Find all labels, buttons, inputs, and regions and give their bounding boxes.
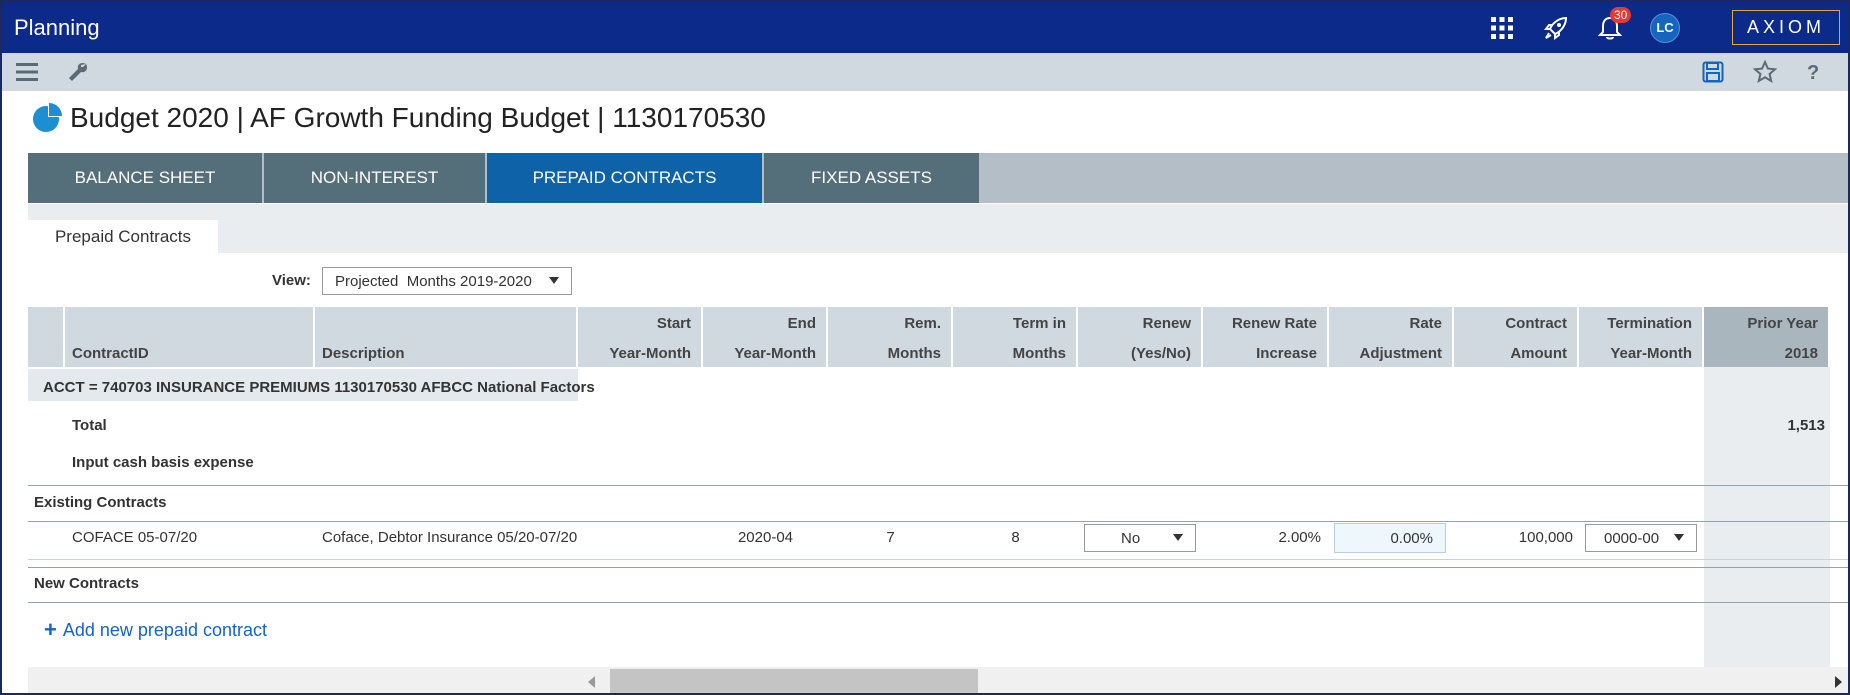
rocket-icon[interactable] bbox=[1542, 14, 1570, 42]
header-renew[interactable]: Renew (Yes/No) bbox=[1078, 307, 1203, 367]
header-row-selector bbox=[28, 307, 65, 367]
chevron-down-icon bbox=[1674, 534, 1684, 541]
row-description: Coface, Debtor Insurance 05/20-07/20 bbox=[322, 529, 578, 546]
scroll-left-icon[interactable] bbox=[588, 676, 595, 688]
row-contract-amount: 100,000 bbox=[1518, 529, 1573, 546]
page-header: Budget 2020 | AF Growth Funding Budget |… bbox=[32, 102, 766, 134]
header-description[interactable]: Description bbox=[315, 307, 578, 367]
bell-icon[interactable]: 30 bbox=[1596, 6, 1632, 42]
termination-select[interactable]: 0000-00 bbox=[1585, 524, 1697, 552]
acct-label: ACCT = 740703 INSURANCE PREMIUMS 1130170… bbox=[43, 379, 595, 396]
header-termination[interactable]: Termination Year-Month bbox=[1579, 307, 1704, 367]
tab-fixed-assets[interactable]: FIXED ASSETS bbox=[764, 153, 979, 203]
row-end-year-month: 2020-04 bbox=[737, 529, 794, 546]
tab-bar: BALANCE SHEET NON-INTEREST PREPAID CONTR… bbox=[28, 153, 1848, 203]
add-link-label: Add new prepaid contract bbox=[62, 619, 267, 640]
row-renew-rate: 2.00% bbox=[1278, 529, 1321, 546]
view-select-value: Projected Months 2019-2020 bbox=[335, 272, 532, 290]
divider bbox=[28, 485, 1848, 486]
tab-balance-sheet[interactable]: BALANCE SHEET bbox=[28, 153, 262, 203]
divider bbox=[28, 521, 1848, 522]
top-bar: Planning 30 LC AXIOM bbox=[2, 2, 1848, 53]
existing-contracts-label: Existing Contracts bbox=[34, 494, 167, 511]
save-icon[interactable] bbox=[1700, 59, 1726, 85]
star-icon[interactable] bbox=[1752, 59, 1778, 85]
rate-adjustment-input[interactable]: 0.00% bbox=[1334, 523, 1446, 553]
plus-icon: + bbox=[44, 617, 57, 642]
new-contracts-label: New Contracts bbox=[34, 575, 140, 592]
total-prior-value: 1,513 bbox=[1787, 417, 1825, 434]
page-title: Budget 2020 | AF Growth Funding Budget |… bbox=[70, 102, 766, 133]
row-term-months: 8 bbox=[1011, 529, 1020, 546]
input-cash-basis-label: Input cash basis expense bbox=[72, 454, 254, 471]
apps-grid-icon[interactable] bbox=[1488, 14, 1516, 42]
app-title: Planning bbox=[14, 14, 100, 40]
pie-chart-icon bbox=[33, 103, 62, 132]
total-label: Total bbox=[72, 417, 107, 434]
renew-select-value: No bbox=[1121, 529, 1141, 547]
scroll-right-icon[interactable] bbox=[1835, 676, 1842, 688]
view-select[interactable]: Projected Months 2019-2020 bbox=[322, 267, 572, 295]
add-prepaid-contract-link[interactable]: + Add new prepaid contract bbox=[44, 617, 267, 643]
header-end[interactable]: End Year-Month bbox=[703, 307, 828, 367]
hamburger-menu-icon[interactable] bbox=[14, 59, 40, 85]
row-rem-months: 7 bbox=[886, 529, 895, 546]
subtab-prepaid-contracts[interactable]: Prepaid Contracts bbox=[28, 220, 218, 253]
renew-select[interactable]: No bbox=[1084, 524, 1196, 552]
subtab-bar: Prepaid Contracts bbox=[28, 204, 1848, 253]
divider bbox=[28, 559, 1848, 560]
axiom-logo: AXIOM bbox=[1731, 10, 1840, 45]
header-start[interactable]: Start Year-Month bbox=[578, 307, 703, 367]
header-rate-adjustment[interactable]: Rate Adjustment bbox=[1329, 307, 1454, 367]
header-prior-year[interactable]: Prior Year 2018 bbox=[1704, 307, 1830, 367]
chevron-down-icon bbox=[1173, 534, 1183, 541]
wrench-icon[interactable] bbox=[65, 59, 91, 85]
chevron-down-icon bbox=[549, 277, 559, 284]
header-contract-amount[interactable]: Contract Amount bbox=[1454, 307, 1579, 367]
notification-badge: 30 bbox=[1609, 6, 1632, 23]
row-contract-id: COFACE 05-07/20 bbox=[72, 529, 198, 546]
divider bbox=[28, 567, 1848, 568]
view-label: View: bbox=[272, 272, 311, 289]
user-avatar[interactable]: LC bbox=[1649, 12, 1680, 43]
header-renew-rate[interactable]: Renew Rate Increase bbox=[1203, 307, 1329, 367]
horizontal-scrollbar[interactable] bbox=[28, 667, 1848, 693]
tab-non-interest[interactable]: NON-INTEREST bbox=[264, 153, 485, 203]
termination-select-value: 0000-00 bbox=[1604, 529, 1660, 547]
header-contract-id[interactable]: ContractID bbox=[65, 307, 315, 367]
tab-prepaid-contracts[interactable]: PREPAID CONTRACTS bbox=[487, 153, 762, 203]
app-window: Planning 30 LC AXIOM ? Budget 2020 | AF … bbox=[0, 0, 1850, 695]
header-rem-months[interactable]: Rem. Months bbox=[828, 307, 953, 367]
scrollbar-thumb[interactable] bbox=[610, 669, 978, 693]
divider bbox=[28, 602, 1848, 603]
svg-text:?: ? bbox=[1807, 62, 1819, 83]
help-icon[interactable]: ? bbox=[1800, 59, 1826, 85]
toolbar: ? bbox=[2, 53, 1848, 91]
header-term[interactable]: Term in Months bbox=[953, 307, 1078, 367]
